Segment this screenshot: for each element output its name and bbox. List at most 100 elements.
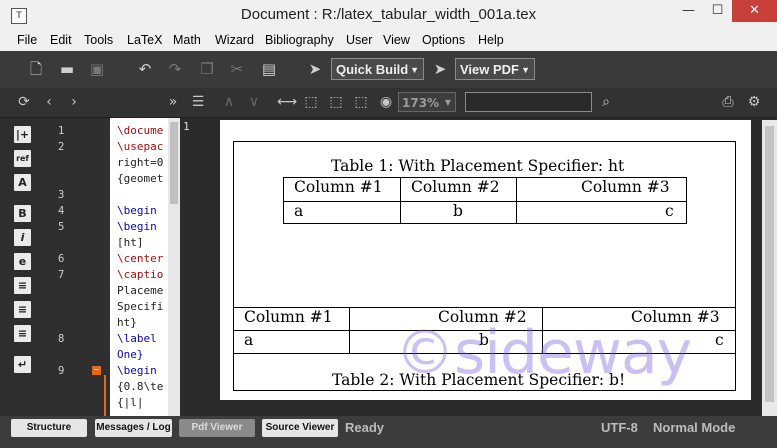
menu-edit[interactable]: Edit — [50, 33, 72, 47]
main-toolbar: 🗋 ▬ ▣ ↶ ↷ ❐ ✂ ▤ ➤ Quick Build ▼ ➤ View P… — [0, 51, 777, 89]
undo-icon[interactable]: ↶ — [136, 60, 154, 78]
fold-toggle-icon[interactable]: − — [92, 366, 101, 375]
fit-width-icon[interactable]: ⟷ — [277, 93, 297, 111]
table-rule — [283, 177, 284, 224]
sideway-watermark: ©sideway — [395, 318, 692, 388]
tab-source-viewer[interactable]: Source Viewer — [262, 419, 338, 437]
line-number: 9 — [58, 365, 65, 377]
newline-icon[interactable]: ↵ — [14, 356, 31, 373]
scrollbar-thumb[interactable] — [170, 122, 178, 204]
save-icon[interactable]: ▣ — [88, 60, 106, 78]
align-right-icon[interactable]: ≡ — [14, 325, 31, 342]
bold-icon[interactable]: B — [14, 205, 31, 222]
menu-wizard[interactable]: Wizard — [215, 33, 254, 47]
code-line: \begin — [117, 204, 157, 217]
menu-file[interactable]: File — [17, 33, 37, 47]
fold-range-marker — [104, 375, 106, 416]
line-number: 6 — [58, 253, 65, 265]
page-down-icon[interactable]: ∨ — [245, 93, 263, 111]
code-line: right=0 — [117, 156, 164, 169]
table-cell: b — [453, 202, 463, 220]
align-center-icon[interactable]: ≡ — [14, 301, 31, 318]
new-file-icon[interactable]: 🗋 — [27, 60, 45, 78]
insert-icon[interactable]: |+ — [14, 126, 31, 143]
encoding-indicator[interactable]: UTF-8 — [601, 420, 638, 435]
forward-icon[interactable]: › — [65, 93, 83, 111]
italic-icon[interactable]: i — [14, 229, 31, 246]
close-button[interactable]: ✕ — [732, 0, 777, 22]
code-line: \captio — [117, 268, 164, 281]
fit-page-icon[interactable]: ⬚ — [302, 93, 320, 111]
line-number: 3 — [58, 189, 65, 201]
menu-view[interactable]: View — [383, 33, 410, 47]
maximize-button[interactable]: ☐ — [703, 0, 732, 22]
redo-icon[interactable]: ↷ — [166, 60, 184, 78]
table-header-cell: Column #1 — [244, 308, 333, 326]
zoom-fit-icon[interactable]: ⬚ — [352, 93, 370, 111]
view-pdf-select[interactable]: View PDF ▼ — [455, 58, 535, 80]
tab-structure[interactable]: Structure — [11, 419, 87, 437]
table1-caption: Table 1: With Placement Specifier: ht — [331, 157, 625, 175]
menu-math[interactable]: Math — [173, 33, 201, 47]
menu-help[interactable]: Help — [478, 33, 504, 47]
left-sidebar: |+ ref A B i e ≡ ≡ ≡ ↵ — [0, 118, 40, 416]
table-rule — [283, 201, 687, 202]
tab-messages-log[interactable]: Messages / Log — [95, 419, 172, 437]
code-line: {0.8\te — [117, 380, 164, 393]
code-editor[interactable]: \docume \usepac right=0 {geomet \begin \… — [110, 118, 168, 416]
menu-user[interactable]: User — [346, 33, 372, 47]
chevron-down-icon: ▼ — [410, 65, 419, 75]
list-view-icon[interactable]: ☰ — [189, 93, 207, 111]
editor-scrollbar[interactable] — [168, 118, 180, 416]
minimize-button[interactable]: — — [674, 0, 703, 22]
paste-icon[interactable]: ▤ — [260, 60, 278, 78]
zoom-value: 173% — [402, 96, 440, 110]
code-line: One} — [117, 348, 144, 361]
copy-icon[interactable]: ❐ — [198, 60, 216, 78]
code-line: \docume — [117, 124, 164, 137]
emphasis-icon[interactable]: e — [14, 253, 31, 270]
sync-icon[interactable]: ⟳ — [15, 93, 33, 111]
title-bar: T Document : R:/latex_tabular_width_001a… — [0, 0, 777, 32]
menu-options[interactable]: Options — [422, 33, 465, 47]
quick-build-select[interactable]: Quick Build ▼ — [331, 58, 424, 80]
line-number: 7 — [58, 269, 65, 281]
expand-icon[interactable]: » — [164, 93, 182, 111]
scrollbar-thumb[interactable] — [765, 126, 774, 402]
edit-mode-indicator[interactable]: Normal Mode — [653, 420, 735, 435]
code-line: \center — [117, 252, 164, 265]
line-number: 1 — [58, 125, 65, 137]
tab-pdf-viewer[interactable]: Pdf Viewer — [179, 419, 255, 437]
open-folder-icon[interactable]: ▬ — [58, 60, 76, 78]
code-line: \begin — [117, 364, 157, 377]
font-size-icon[interactable]: A — [14, 174, 31, 191]
pdf-search-input[interactable] — [465, 92, 592, 112]
ref-icon[interactable]: ref — [14, 150, 31, 167]
search-icon[interactable]: ⌕ — [597, 93, 615, 111]
menu-tools[interactable]: Tools — [84, 33, 113, 47]
cut-icon[interactable]: ✂ — [228, 60, 246, 78]
print-icon[interactable]: ⎙ — [719, 93, 737, 111]
menu-latex[interactable]: LaTeX — [127, 33, 162, 47]
view-arrow-icon[interactable]: ➤ — [431, 60, 449, 78]
code-line: Specifi — [117, 300, 164, 313]
window-title: Document : R:/latex_tabular_width_001a.t… — [240, 6, 537, 23]
status-text: Ready — [345, 420, 385, 435]
menu-bibliography[interactable]: Bibliography — [265, 33, 334, 47]
settings-icon[interactable]: ⚙ — [745, 93, 763, 111]
code-line: \label — [117, 332, 157, 345]
back-icon[interactable]: ‹ — [40, 93, 58, 111]
align-left-icon[interactable]: ≡ — [14, 277, 31, 294]
pdf-scrollbar[interactable] — [762, 120, 777, 416]
quick-build-label: Quick Build — [336, 62, 409, 77]
code-line: Placeme — [117, 284, 164, 297]
table-cell: a — [244, 331, 254, 349]
chevron-down-icon: ▼ — [444, 98, 451, 107]
zoom-select[interactable]: 173% ▼ — [398, 92, 456, 112]
magnifier-view-icon[interactable]: ◉ — [377, 93, 395, 111]
line-number: 5 — [58, 221, 65, 233]
code-line: ht} — [117, 316, 137, 329]
run-arrow-icon[interactable]: ➤ — [306, 60, 324, 78]
zoom-region-icon[interactable]: ⬚ — [327, 93, 345, 111]
page-up-icon[interactable]: ∧ — [220, 93, 238, 111]
